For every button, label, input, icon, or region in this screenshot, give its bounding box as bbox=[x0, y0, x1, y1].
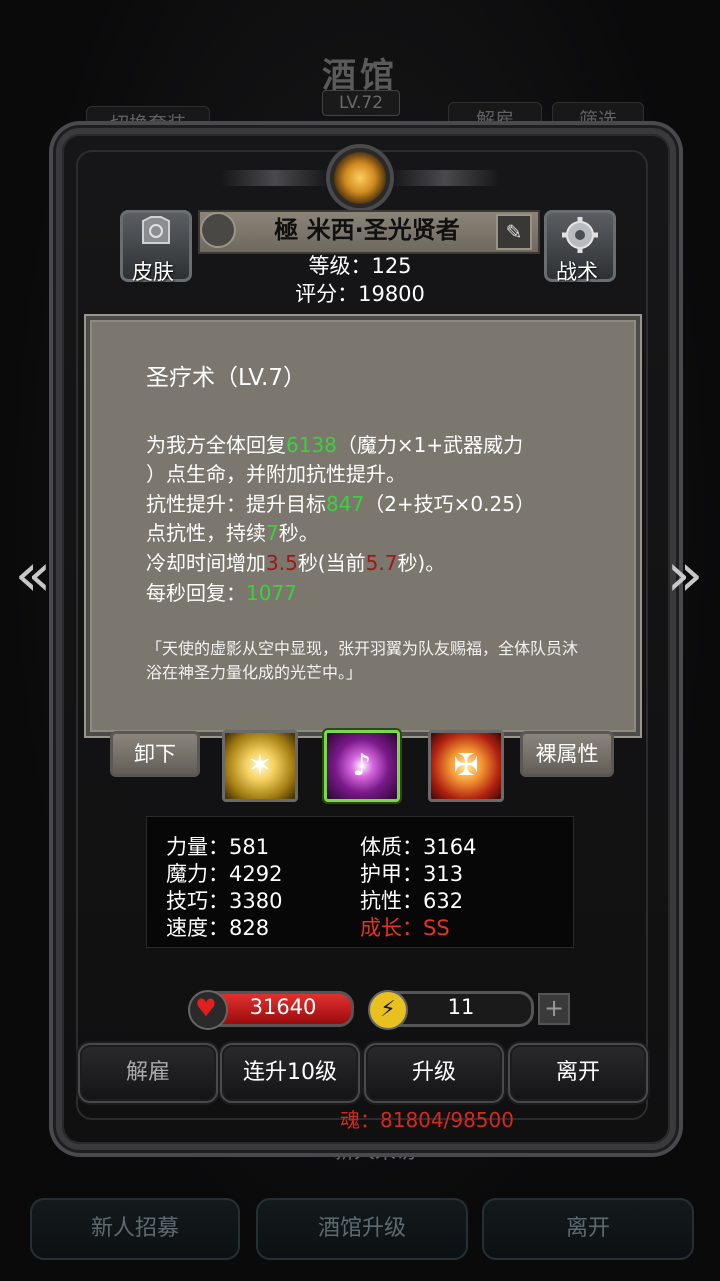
attr-armor: 护甲：313 bbox=[360, 862, 464, 886]
hero-name: 極 米西·圣光贤者 bbox=[274, 216, 460, 244]
emblem-wing-left bbox=[220, 170, 330, 186]
skill-title: 圣疗术（LV.7） bbox=[146, 365, 307, 391]
gear-icon bbox=[562, 217, 598, 253]
skill-desc-line5: 冷却时间增加3.5秒(当前5.7秒)。 bbox=[146, 551, 446, 575]
fire-shield-icon: ✠ bbox=[453, 748, 479, 783]
right-arrow-icon[interactable]: » bbox=[662, 540, 708, 610]
hero-score: 评分：19800 bbox=[295, 282, 425, 306]
left-arrow-icon[interactable]: « bbox=[10, 540, 56, 610]
skill-slot-1[interactable]: ✶ bbox=[222, 730, 298, 802]
skill-desc-line4: 点抗性，持续7秒。 bbox=[146, 521, 319, 545]
hero-level: 等级：125 bbox=[308, 254, 412, 278]
dismiss-button[interactable]: 解雇 bbox=[78, 1043, 218, 1103]
attr-speed: 速度：828 bbox=[166, 916, 270, 940]
skin-icon bbox=[142, 216, 170, 244]
attr-skill: 技巧：3380 bbox=[166, 889, 283, 913]
tavern-level: LV.72 bbox=[322, 90, 400, 116]
attr-strength: 力量：581 bbox=[166, 835, 270, 859]
attr-constitution: 体质：3164 bbox=[360, 835, 477, 859]
level-up-button[interactable]: 升级 bbox=[364, 1043, 504, 1103]
naked-attributes-button[interactable]: 裸属性 bbox=[520, 731, 614, 777]
soul-counter: 魂：81804/98500 bbox=[340, 1108, 514, 1132]
hp-value: 31640 bbox=[249, 995, 317, 1019]
leave-button[interactable]: 离开 bbox=[508, 1043, 648, 1103]
skill-slot-3[interactable]: ✠ bbox=[428, 730, 504, 802]
skill-slot-2-selected[interactable]: ♪ bbox=[324, 730, 400, 802]
heart-icon: ♥ bbox=[195, 994, 217, 1022]
background-leave-button[interactable]: 离开 bbox=[482, 1198, 694, 1260]
plus-icon[interactable]: + bbox=[538, 993, 570, 1025]
tactics-label: 战术 bbox=[556, 260, 598, 284]
recruit-button[interactable]: 新人招募 bbox=[30, 1198, 240, 1260]
burst-icon: ✶ bbox=[247, 748, 273, 783]
skill-desc-line2: ）点生命，并附加抗性提升。 bbox=[146, 462, 406, 486]
tavern-upgrade-button[interactable]: 酒馆升级 bbox=[256, 1198, 468, 1260]
skill-desc-line3: 抗性提升：提升目标847（2+技巧×0.25） bbox=[146, 492, 535, 516]
unequip-button[interactable]: 卸下 bbox=[110, 731, 200, 777]
skill-flavor-text: 「天使的虚影从空中显现，张开羽翼为队友赐福，全体队员沐浴在神圣力量化成的光芒中。… bbox=[146, 639, 579, 682]
skill-desc-line6: 每秒回复：1077 bbox=[146, 581, 297, 605]
level-up-10-button[interactable]: 连升10级 bbox=[220, 1043, 360, 1103]
attr-resistance: 抗性：632 bbox=[360, 889, 464, 913]
edit-icon[interactable]: ✎ bbox=[496, 214, 532, 250]
sun-emblem-icon bbox=[330, 148, 390, 208]
skill-desc-line1: 为我方全体回复6138（魔力×1+武器威力 bbox=[146, 433, 524, 457]
music-note-icon: ♪ bbox=[352, 748, 372, 783]
energy-value: 11 bbox=[447, 995, 475, 1019]
attr-magic: 魔力：4292 bbox=[166, 862, 283, 886]
emblem-wing-right bbox=[390, 170, 500, 186]
attr-growth: 成长：SS bbox=[360, 916, 450, 940]
skin-label: 皮肤 bbox=[132, 260, 174, 284]
